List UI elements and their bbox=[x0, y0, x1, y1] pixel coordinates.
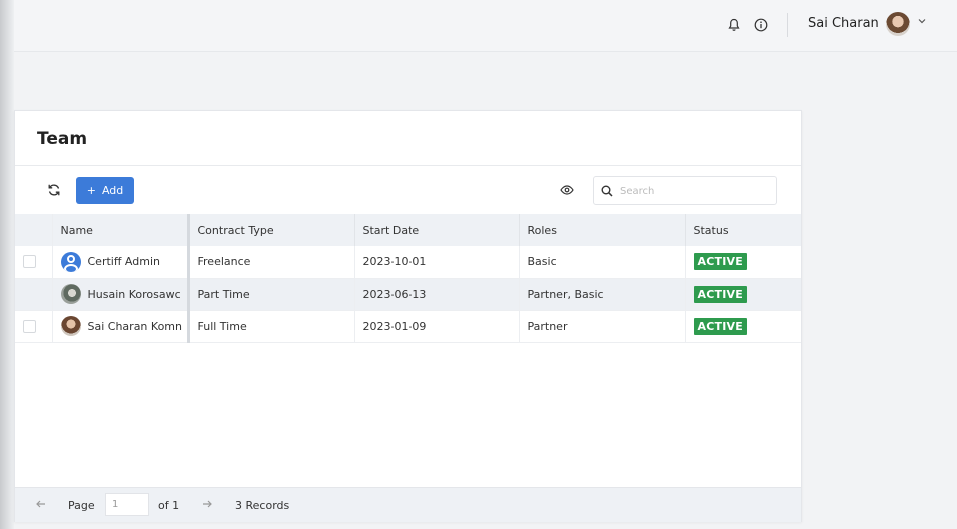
refresh-icon[interactable] bbox=[45, 181, 63, 199]
row-checkbox-cell bbox=[15, 246, 53, 278]
page-label: Page bbox=[68, 499, 95, 512]
user-avatar-icon bbox=[60, 251, 81, 272]
select-column-header bbox=[15, 214, 53, 246]
search-input[interactable] bbox=[620, 182, 770, 200]
start-date-cell: 2023-06-13 bbox=[354, 278, 520, 310]
user-name[interactable]: Sai Charan bbox=[808, 16, 879, 31]
contract-type-cell: Full Time bbox=[188, 310, 355, 342]
table-row[interactable]: Certiff Admin Freelance 2023-10-01 Basic… bbox=[15, 246, 801, 278]
table-row[interactable]: Sai Charan Komn Full Time 2023-01-09 Par… bbox=[15, 310, 801, 342]
info-icon[interactable] bbox=[752, 14, 770, 36]
contract-type-cell: Freelance bbox=[188, 246, 355, 278]
table-row[interactable]: Husain Korosawc Part Time 2023-06-13 Par… bbox=[15, 278, 801, 310]
status-badge: ACTIVE bbox=[693, 285, 747, 303]
name-cell: Husain Korosawc bbox=[52, 278, 190, 310]
status-cell: ACTIVE bbox=[685, 310, 801, 342]
member-name[interactable]: Certiff Admin bbox=[88, 255, 160, 268]
column-header-name[interactable]: Name bbox=[52, 214, 190, 246]
roles-cell: Basic bbox=[519, 246, 686, 278]
status-badge: ACTIVE bbox=[693, 253, 747, 271]
team-card: Team + Add Name Contract Type Start Date… bbox=[14, 110, 802, 522]
add-button-label: Add bbox=[101, 184, 124, 197]
eye-icon[interactable] bbox=[558, 181, 576, 199]
member-name[interactable]: Husain Korosawc bbox=[88, 288, 181, 301]
team-table: Name Contract Type Start Date Roles Stat… bbox=[15, 214, 801, 343]
page-number-input[interactable] bbox=[105, 493, 149, 516]
avatar bbox=[60, 316, 81, 336]
pagination-bar: Page of 1 3 Records bbox=[15, 487, 801, 522]
column-header-roles[interactable]: Roles bbox=[519, 214, 686, 246]
column-header-contract-type[interactable]: Contract Type bbox=[188, 214, 355, 246]
title-divider bbox=[15, 165, 801, 166]
column-header-status[interactable]: Status bbox=[685, 214, 801, 246]
row-checkbox-cell bbox=[15, 310, 53, 342]
search-box[interactable] bbox=[593, 176, 777, 205]
name-cell: Certiff Admin bbox=[52, 246, 190, 278]
bell-icon[interactable] bbox=[725, 14, 743, 36]
left-edge-shadow bbox=[0, 0, 14, 529]
page-title: Team bbox=[37, 129, 88, 149]
search-icon bbox=[600, 183, 614, 197]
arrow-right-icon[interactable] bbox=[201, 498, 213, 513]
row-checkbox-cell bbox=[15, 278, 53, 310]
record-count: 3 Records bbox=[235, 499, 290, 512]
plus-icon: + bbox=[86, 184, 96, 197]
page-count: of 1 bbox=[158, 499, 180, 512]
table-header-row: Name Contract Type Start Date Roles Stat… bbox=[15, 214, 801, 246]
row-checkbox[interactable] bbox=[23, 255, 36, 269]
user-avatar[interactable] bbox=[886, 12, 910, 36]
member-name[interactable]: Sai Charan Komn bbox=[88, 320, 182, 333]
header-divider bbox=[787, 13, 788, 37]
row-checkbox[interactable] bbox=[23, 319, 36, 333]
status-cell: ACTIVE bbox=[685, 246, 801, 278]
start-date-cell: 2023-10-01 bbox=[354, 246, 520, 278]
status-badge: ACTIVE bbox=[693, 317, 747, 335]
avatar bbox=[60, 284, 81, 304]
chevron-down-icon[interactable] bbox=[917, 16, 927, 29]
roles-cell: Partner bbox=[519, 310, 686, 342]
start-date-cell: 2023-01-09 bbox=[354, 310, 520, 342]
add-button[interactable]: + Add bbox=[76, 177, 134, 204]
contract-type-cell: Part Time bbox=[188, 278, 355, 310]
arrow-left-icon[interactable] bbox=[35, 498, 47, 513]
roles-cell: Partner, Basic bbox=[519, 278, 686, 310]
top-bar: Sai Charan bbox=[14, 0, 957, 52]
status-cell: ACTIVE bbox=[685, 278, 801, 310]
name-cell: Sai Charan Komn bbox=[52, 310, 190, 342]
column-header-start-date[interactable]: Start Date bbox=[354, 214, 520, 246]
